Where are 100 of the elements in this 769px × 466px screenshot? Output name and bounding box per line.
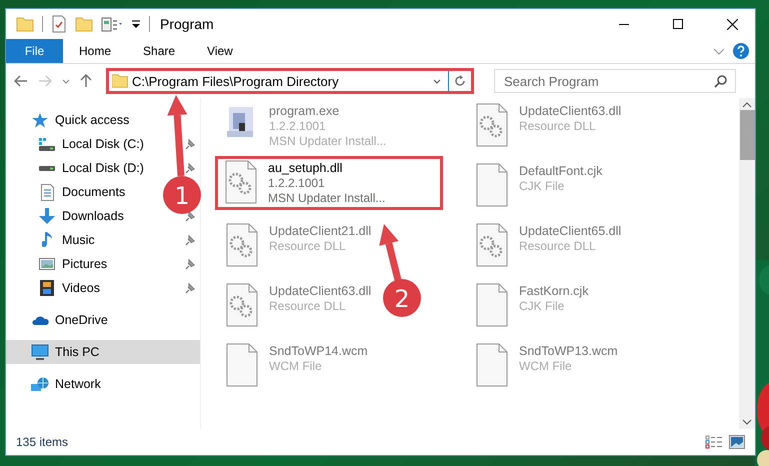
- sidebar-item[interactable]: This PC: [6, 340, 200, 364]
- ribbon-tab[interactable]: Share: [127, 39, 192, 63]
- large-icons-view-icon[interactable]: [729, 435, 745, 449]
- file-detail: WCM File: [269, 359, 323, 374]
- picture-icon: [39, 258, 55, 270]
- search-icon[interactable]: [714, 74, 728, 88]
- file-item[interactable]: UpdateClient63.dll Resource DLL: [471, 99, 626, 151]
- file-with-gears-icon: [475, 223, 509, 267]
- star-icon: [32, 112, 48, 128]
- file-with-gears-icon: [225, 283, 259, 327]
- back-arrow-icon[interactable]: [14, 75, 28, 87]
- file-detail: CJK File: [519, 299, 566, 314]
- scroll-up-icon[interactable]: [742, 102, 752, 108]
- expand-ribbon-icon[interactable]: [713, 48, 725, 54]
- file-detail: Resource DLL: [269, 239, 347, 254]
- callout-arrow: [379, 224, 402, 281]
- scroll-down-icon[interactable]: [742, 419, 752, 425]
- sidebar-item-label: Videos: [62, 281, 100, 295]
- blank-file-icon: [225, 343, 259, 387]
- recent-caret-icon[interactable]: [62, 78, 70, 84]
- file-detail: Resource DLL: [519, 239, 597, 254]
- file-item[interactable]: UpdateClient63.dll Resource DLL: [221, 279, 376, 331]
- monitor-icon: [31, 344, 49, 360]
- file-detail: Resource DLL: [519, 119, 597, 134]
- checklist-icon[interactable]: [51, 15, 67, 33]
- file-item[interactable]: SndToWP13.wcm WCM File: [471, 339, 622, 391]
- ribbon-tab[interactable]: View: [191, 39, 249, 63]
- file-item[interactable]: program.exe 1.2.2.1001 MSN Updater Install...: [221, 99, 390, 153]
- file-item[interactable]: SndToWP14.wcm WCM File: [221, 339, 372, 391]
- properties-dropdown-icon[interactable]: [101, 16, 123, 32]
- drive-icon: [39, 166, 55, 170]
- sidebar-item-label: Local Disk (D:): [62, 161, 144, 175]
- sidebar-item[interactable]: Pictures: [6, 252, 116, 276]
- drive-icon: [39, 138, 55, 150]
- file-item[interactable]: UpdateClient65.dll Resource DLL: [471, 219, 626, 271]
- file-item[interactable]: au_setuph.dll 1.2.2.1001 MSN Updater Install...: [215, 156, 444, 210]
- sidebar-item[interactable]: Local Disk (C:): [6, 132, 152, 156]
- help-icon[interactable]: [733, 43, 749, 59]
- close-icon: [726, 18, 738, 30]
- file-item[interactable]: DefaultFont.cjk CJK File: [471, 159, 606, 211]
- network-globe-icon: [31, 376, 49, 392]
- up-arrow-icon[interactable]: [80, 74, 92, 88]
- file-with-gears-icon: [475, 103, 509, 147]
- file-detail: Resource DLL: [269, 299, 347, 314]
- sidebar-item-label: OneDrive: [55, 313, 108, 327]
- blank-file-icon: [475, 283, 509, 327]
- file-detail: MSN Updater Install...: [269, 134, 386, 149]
- file-name: UpdateClient65.dll: [519, 223, 622, 239]
- sidebar-item-label: Documents: [62, 185, 126, 199]
- file-detail: WCM File: [519, 359, 573, 374]
- search-field[interactable]: Search Program: [494, 69, 736, 93]
- blank-file-icon: [475, 163, 509, 207]
- music-note-icon: [42, 232, 52, 248]
- sidebar-item[interactable]: Network: [6, 372, 109, 396]
- sidebar-item[interactable]: Videos: [6, 276, 108, 300]
- scrollbar-thumb[interactable]: [740, 110, 754, 160]
- file-name: UpdateClient63.dll: [269, 283, 372, 299]
- customize-caret-icon[interactable]: [131, 19, 141, 29]
- numbered-callout: 2: [383, 279, 421, 317]
- file-detail: CJK File: [519, 179, 566, 194]
- sidebar-item-label: This PC: [55, 345, 100, 359]
- sidebar-item[interactable]: OneDrive: [6, 308, 116, 332]
- file-name: program.exe: [269, 103, 340, 119]
- file-name: au_setuph.dll: [268, 160, 344, 176]
- film-strip-icon: [40, 280, 54, 296]
- details-view-icon[interactable]: [705, 435, 723, 449]
- document-icon: [40, 184, 54, 200]
- file-name: DefaultFont.cjk: [519, 163, 602, 179]
- file-menu-button[interactable]: File: [6, 39, 63, 63]
- download-arrow-icon: [39, 208, 55, 224]
- sidebar-item-label: Downloads: [62, 209, 124, 223]
- maximize-icon: [673, 19, 683, 29]
- sidebar-item[interactable]: Documents: [6, 180, 134, 204]
- sidebar-item[interactable]: Music: [6, 228, 103, 252]
- file-name: UpdateClient63.dll: [519, 103, 622, 119]
- file-with-gears-icon: [225, 223, 259, 267]
- window-title: Program: [160, 16, 215, 32]
- sidebar-item[interactable]: Local Disk (D:): [6, 156, 152, 180]
- numbered-callout: 1: [163, 176, 201, 214]
- file-item[interactable]: FastKorn.cjk CJK File: [471, 279, 592, 331]
- scrollbar[interactable]: [739, 98, 755, 429]
- refresh-icon[interactable]: [454, 75, 466, 87]
- sidebar-item-label: Quick access: [55, 113, 130, 127]
- file-name: UpdateClient21.dll: [269, 223, 372, 239]
- dropdown-caret-icon[interactable]: [433, 78, 441, 84]
- file-name: SndToWP13.wcm: [519, 343, 618, 359]
- file-name: SndToWP14.wcm: [269, 343, 368, 359]
- file-detail: MSN Updater Install...: [268, 191, 386, 206]
- sidebar-item-label: Network: [55, 377, 101, 391]
- folder-icon: [112, 74, 128, 88]
- sidebar-item[interactable]: Downloads: [6, 204, 132, 228]
- file-with-gears-icon: [224, 160, 258, 204]
- file-item[interactable]: UpdateClient21.dll Resource DLL: [221, 219, 376, 271]
- sidebar-item[interactable]: Quick access: [6, 108, 138, 132]
- address-bar[interactable]: C:\Program Files\Program Directory: [106, 68, 474, 94]
- file-detail: 1.2.2.1001: [268, 176, 326, 191]
- file-detail: 1.2.2.1001: [269, 119, 327, 134]
- blank-file-icon: [475, 343, 509, 387]
- ribbon-tab[interactable]: Home: [63, 39, 128, 63]
- sidebar-item-label: Pictures: [62, 257, 108, 271]
